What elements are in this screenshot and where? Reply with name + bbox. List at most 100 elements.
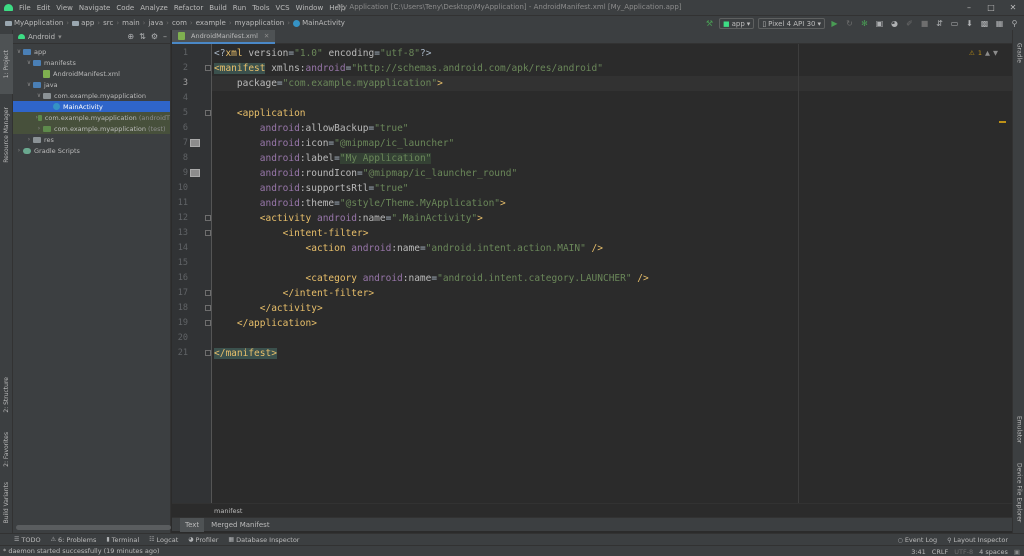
attach-debugger-icon[interactable]: ✐ (904, 18, 915, 29)
assistant-icon[interactable]: ▦ (994, 18, 1005, 29)
profile-icon[interactable]: ◕ (889, 18, 900, 29)
editor-breadcrumb-item[interactable]: manifest (214, 507, 242, 515)
tree-item[interactable]: › com.example.myapplication (test) (13, 123, 170, 134)
fold-marker-icon[interactable] (205, 320, 211, 326)
line-gutter[interactable]: 1 2 3 4 5 6 7 8 9 10 11 12 13 14 15 16 17 18 19 20 21 (172, 44, 212, 503)
tree-item[interactable]: ∨ com.example.myapplication (13, 90, 170, 101)
image-preview-icon[interactable] (190, 169, 200, 177)
tab-device-file-explorer[interactable]: Device File Explorer (1013, 458, 1024, 528)
file-encoding[interactable]: UTF-8 (954, 548, 973, 556)
tool-profiler[interactable]: ◕ Profiler (188, 536, 218, 544)
fold-marker-icon[interactable] (205, 350, 211, 356)
menu-file[interactable]: File (16, 4, 34, 12)
tab-favorites[interactable]: 2: Favorites (0, 425, 13, 473)
lock-icon[interactable]: ▣ (1014, 548, 1020, 556)
tree-item[interactable]: › com.example.myapplication (androidT (13, 112, 170, 123)
tool-logcat[interactable]: ☷ Logcat (149, 536, 178, 544)
chevron-down-icon[interactable]: ∨ (25, 81, 33, 88)
tree-item[interactable]: AndroidManifest.xml (13, 68, 170, 79)
debug-icon[interactable]: ✻ (859, 18, 870, 29)
coverage-icon[interactable]: ▣ (874, 18, 885, 29)
menu-analyze[interactable]: Analyze (137, 4, 171, 12)
code-line[interactable]: <category android:name="android.intent.c… (212, 271, 1012, 286)
chevron-down-icon[interactable]: ∨ (35, 92, 43, 99)
close-tab-icon[interactable]: ✕ (264, 32, 269, 40)
stop-icon[interactable]: ■ (919, 18, 930, 29)
code-line[interactable]: android:label="My Application" (212, 151, 1012, 166)
run-config-select[interactable]: ■ app ▾ (718, 18, 755, 29)
fold-marker-icon[interactable] (205, 230, 211, 236)
collapse-icon[interactable]: ⇅ (139, 32, 146, 41)
build-hammer-icon[interactable]: ⚒ (704, 18, 715, 29)
inspection-widget[interactable]: ⚠ 1 ▲ ▼ (969, 49, 998, 57)
tree-item[interactable]: MainActivity (13, 101, 170, 112)
maximize-icon[interactable]: □ (980, 0, 1002, 15)
tree-item[interactable]: › res (13, 134, 170, 145)
code-line[interactable]: <activity android:name=".MainActivity"> (212, 211, 1012, 226)
code-line[interactable]: <?xml version="1.0" encoding="utf-8"?> (212, 46, 1012, 61)
chevron-right-icon[interactable]: › (15, 147, 23, 154)
tab-gradle[interactable]: Gradle (1013, 38, 1024, 68)
menu-window[interactable]: Window (293, 4, 327, 12)
apply-changes-icon[interactable]: ↻ (844, 18, 855, 29)
code-editor[interactable]: 1 2 3 4 5 6 7 8 9 10 11 12 13 14 15 16 17 18 19 20 21 <?xml … (172, 44, 1012, 503)
sdk-manager-icon[interactable]: ⬇ (964, 18, 975, 29)
fold-marker-icon[interactable] (205, 110, 211, 116)
warning-stripe-mark[interactable] (999, 121, 1006, 123)
code-line[interactable] (212, 91, 1012, 106)
tool-database-inspector[interactable]: ▦ Database Inspector (228, 536, 299, 544)
tool-event-log[interactable]: ○ Event Log (898, 536, 938, 544)
tool-problems[interactable]: ⚠ 6: Problems (51, 536, 97, 544)
breadcrumb-item[interactable]: MyApplication (3, 19, 65, 27)
code-line[interactable]: </manifest> (212, 346, 1012, 361)
fold-marker-icon[interactable] (205, 305, 211, 311)
chevron-down-icon[interactable]: ∨ (15, 48, 23, 55)
code-area[interactable]: <?xml version="1.0" encoding="utf-8"?> <m… (212, 44, 1012, 503)
tab-emulator[interactable]: Emulator (1013, 410, 1024, 450)
hide-icon[interactable]: – (163, 32, 167, 41)
fold-marker-icon[interactable] (205, 215, 211, 221)
indent-setting[interactable]: 4 spaces (979, 548, 1008, 556)
tab-text[interactable]: Text (180, 517, 205, 532)
layout-inspector-icon[interactable]: ▩ (979, 18, 990, 29)
code-line[interactable]: android:allowBackup="true" (212, 121, 1012, 136)
sync-gradle-icon[interactable]: ⇵ (934, 18, 945, 29)
tool-terminal[interactable]: ▮ Terminal (106, 536, 139, 544)
menu-edit[interactable]: Edit (34, 4, 54, 12)
tab-resource-manager[interactable]: Resource Manager (0, 100, 13, 170)
tab-merged-manifest[interactable]: Merged Manifest (206, 518, 274, 532)
settings-gear-icon[interactable]: ⚙ (151, 32, 158, 41)
breadcrumb-item[interactable]: app (70, 19, 96, 27)
device-select[interactable]: ▯ Pixel 4 API 30 ▾ (758, 18, 825, 29)
minimize-icon[interactable]: – (958, 0, 980, 15)
run-icon[interactable]: ▶ (829, 18, 840, 29)
menu-navigate[interactable]: Navigate (76, 4, 113, 12)
breadcrumb-item[interactable]: src (101, 19, 115, 27)
chevron-right-icon[interactable]: › (25, 136, 33, 143)
code-line[interactable]: <intent-filter> (212, 226, 1012, 241)
menu-view[interactable]: View (53, 4, 76, 12)
close-icon[interactable]: ✕ (1002, 0, 1024, 15)
tree-item[interactable]: ∨ java (13, 79, 170, 90)
chevron-down-icon[interactable]: ∨ (25, 59, 33, 66)
menu-run[interactable]: Run (230, 4, 249, 12)
code-line[interactable]: android:icon="@mipmap/ic_launcher" (212, 136, 1012, 151)
tab-androidmanifest[interactable]: AndroidManifest.xml ✕ (172, 30, 276, 44)
code-line[interactable]: </application> (212, 316, 1012, 331)
image-preview-icon[interactable] (190, 139, 200, 147)
code-line[interactable]: <manifest xmlns:android="http://schemas.… (212, 61, 1012, 76)
avd-manager-icon[interactable]: ▭ (949, 18, 960, 29)
code-line[interactable]: android:supportsRtl="true" (212, 181, 1012, 196)
menu-vcs[interactable]: VCS (272, 4, 292, 12)
code-line[interactable]: </activity> (212, 301, 1012, 316)
code-line[interactable]: </intent-filter> (212, 286, 1012, 301)
tab-project[interactable]: 1: Project (0, 34, 13, 94)
code-line[interactable]: <application (212, 106, 1012, 121)
tab-structure[interactable]: 2: Structure (0, 370, 13, 420)
locate-icon[interactable]: ⊕ (127, 32, 134, 41)
fold-marker-icon[interactable] (205, 290, 211, 296)
code-line[interactable]: package="com.example.myapplication"> (212, 76, 1012, 91)
caret-position[interactable]: 3:41 (911, 548, 926, 556)
tree-item[interactable]: ∨ app (13, 46, 170, 57)
breadcrumb-item[interactable]: com (170, 19, 189, 27)
